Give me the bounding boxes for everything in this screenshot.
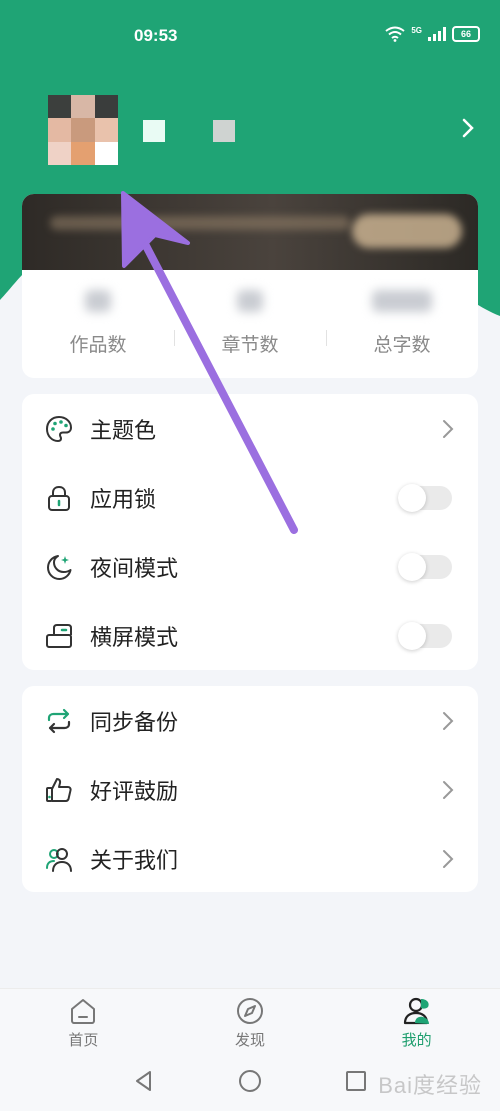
chevron-right-icon: [443, 711, 454, 730]
stat-chapters: 章节数: [174, 290, 326, 357]
settings-item-label: 夜间模式: [90, 556, 179, 582]
stats-card: 作品数 章节数 总字数: [22, 194, 478, 378]
compass-icon: [237, 998, 263, 1024]
stats-row: 作品数 章节数 总字数: [22, 290, 478, 357]
palette-icon: [45, 415, 73, 442]
battery-level: 66: [460, 29, 471, 39]
home-button-icon[interactable]: [237, 1068, 263, 1094]
more-item-label: 好评鼓励: [90, 779, 179, 805]
chevron-right-icon[interactable]: [458, 115, 478, 141]
tab-home[interactable]: 首页: [0, 989, 167, 1050]
stat-value-blurred: [237, 290, 263, 312]
back-icon[interactable]: [131, 1068, 157, 1094]
home-icon: [71, 999, 96, 1024]
settings-item-label: 横屏模式: [90, 625, 179, 651]
stat-value-blurred: [372, 290, 432, 312]
stat-label: 作品数: [69, 334, 127, 356]
tab-discover[interactable]: 发现: [167, 989, 334, 1050]
signal-icon: [428, 27, 446, 41]
tab-label: 我的: [401, 1031, 432, 1049]
chevron-right-icon: [443, 780, 454, 799]
stat-total-words: 总字数: [326, 290, 478, 357]
wifi-icon: [385, 26, 405, 42]
watermark: Bai度经验: [378, 1073, 482, 1098]
tab-label: 发现: [235, 1031, 266, 1049]
settings-item-theme-color[interactable]: 主题色: [22, 394, 478, 463]
chevron-right-icon: [443, 419, 454, 438]
stat-works: 作品数: [22, 290, 174, 357]
night-mode-toggle[interactable]: [398, 552, 452, 581]
status-bar: 09:53 5G 66: [0, 0, 500, 74]
vip-banner-blurred[interactable]: [22, 194, 478, 270]
tab-mine[interactable]: 我的: [333, 989, 500, 1050]
username-pixelated: [143, 120, 235, 142]
status-icons: 5G 66: [385, 26, 480, 42]
settings-card: 主题色 应用锁 夜间模式 横屏模式: [22, 394, 478, 670]
avatar[interactable]: [48, 95, 118, 165]
landscape-mode-toggle[interactable]: [398, 621, 452, 650]
more-item-label: 关于我们: [90, 848, 179, 874]
profile-header[interactable]: [48, 95, 478, 165]
thumbs-up-icon: [46, 777, 72, 802]
sync-icon: [47, 708, 71, 733]
bottom-tab-bar: 首页 发现 我的: [0, 988, 500, 1050]
tab-label: 首页: [68, 1031, 99, 1049]
settings-item-app-lock[interactable]: 应用锁: [22, 463, 478, 532]
more-item-about-us[interactable]: 关于我们: [22, 824, 478, 893]
more-card: 同步备份 好评鼓励 关于我们: [22, 686, 478, 892]
moon-icon: [47, 554, 72, 580]
stat-label: 总字数: [373, 334, 431, 356]
battery-icon: 66: [452, 26, 480, 42]
rotate-screen-icon: [46, 623, 72, 648]
more-item-sync-backup[interactable]: 同步备份: [22, 686, 478, 755]
lock-icon: [48, 485, 70, 511]
more-item-label: 同步备份: [90, 710, 179, 736]
settings-item-label: 应用锁: [90, 487, 157, 513]
settings-item-landscape-mode[interactable]: 横屏模式: [22, 601, 478, 670]
system-nav-bar: Bai度经验: [0, 1050, 500, 1111]
recents-icon[interactable]: [343, 1068, 369, 1094]
settings-item-night-mode[interactable]: 夜间模式: [22, 532, 478, 601]
more-item-rate-us[interactable]: 好评鼓励: [22, 755, 478, 824]
settings-item-label: 主题色: [90, 418, 157, 444]
network-type: 5G: [411, 26, 422, 35]
stat-label: 章节数: [221, 334, 279, 356]
status-time: 09:53: [134, 26, 178, 45]
stat-value-blurred: [85, 290, 111, 312]
app-lock-toggle[interactable]: [398, 483, 452, 512]
profile-icon: [403, 997, 429, 1025]
chevron-right-icon: [443, 849, 454, 868]
users-icon: [46, 847, 72, 872]
